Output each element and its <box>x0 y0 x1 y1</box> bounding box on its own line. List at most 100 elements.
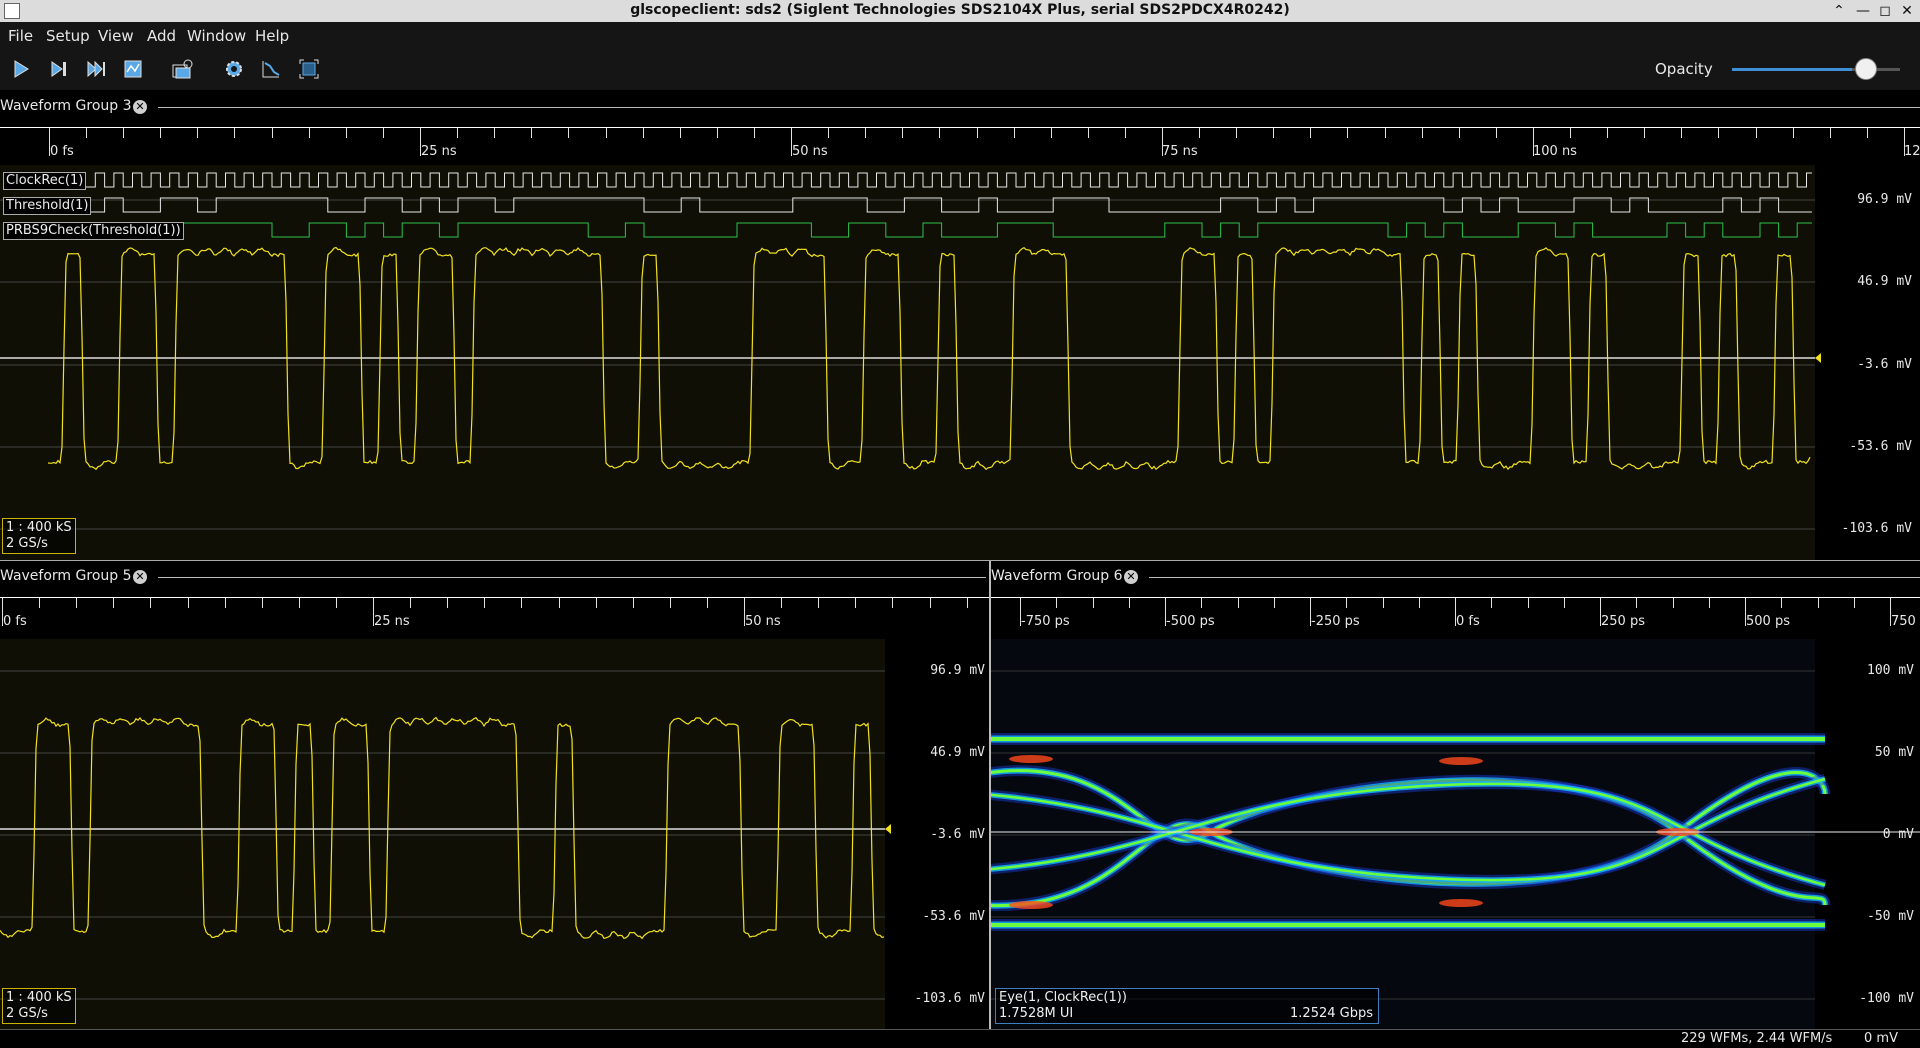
timeline-tick <box>967 598 968 608</box>
timeline-tick <box>1533 128 1534 156</box>
skip-icon <box>87 60 105 78</box>
timeline-tick <box>680 128 681 138</box>
menu-file[interactable]: File <box>8 27 33 45</box>
group6-header: Waveform Group 6 ✕ <box>991 566 1920 588</box>
pane-divider-horizontal[interactable] <box>0 560 1920 561</box>
group3-timeline[interactable]: 0 fs 25 ns 50 ns 75 ns 100 ns 12 <box>0 127 1920 167</box>
digital-label-threshold[interactable]: Threshold(1) <box>3 197 92 215</box>
start-trigger-button[interactable] <box>6 54 36 84</box>
timeline-tick <box>1830 128 1831 138</box>
digital-label-clockrec[interactable]: ClockRec(1) <box>3 172 87 190</box>
eye-crossing-hotspot <box>1009 901 1053 909</box>
group5-plot[interactable]: 96.9 mV 46.9 mV -3.6 mV -53.6 mV -103.6 … <box>0 639 989 1029</box>
window-minimize-button[interactable]: — <box>1852 0 1874 22</box>
window-title: glscopeclient: sds2 (Siglent Technologie… <box>630 2 1290 18</box>
timeline-tick <box>1491 598 1492 608</box>
timeline-tick <box>1051 128 1052 138</box>
menu-bar: File Setup View Add Window Help <box>0 22 1920 48</box>
timeline-tick <box>1347 128 1348 138</box>
group3-waveform-svg <box>0 165 1821 560</box>
opacity-slider-thumb[interactable] <box>1854 58 1877 80</box>
timeline-tick <box>346 128 347 138</box>
timeline-tick <box>633 598 634 608</box>
menu-help[interactable]: Help <box>255 27 289 45</box>
group5-vlabel-2: -3.6 mV <box>930 827 985 842</box>
group3-info-box[interactable]: 1 : 400 kS 2 GS/s <box>2 518 76 554</box>
timeline-tick <box>1600 598 1601 626</box>
timeline-tick <box>484 598 485 608</box>
window-maximize-button[interactable]: ◻ <box>1874 0 1896 22</box>
timeline-tick <box>420 128 421 156</box>
timeline-tick <box>939 128 940 138</box>
group6-tick-1: -500 ps <box>1166 614 1215 629</box>
timeline-tick <box>197 128 198 138</box>
group3-tick-5: 12 <box>1904 144 1920 159</box>
timeline-tick <box>1793 128 1794 138</box>
refresh-button[interactable] <box>219 54 249 84</box>
stop-trigger-button[interactable] <box>118 54 148 84</box>
group5-info-rate: 2 GS/s <box>6 1006 48 1021</box>
group6-tick-3: 0 fs <box>1456 614 1480 629</box>
eye-crossing-hotspot <box>1439 899 1483 907</box>
group5-vlabel-4: -103.6 mV <box>914 991 985 1006</box>
window-close-button[interactable]: ✕ <box>1896 0 1918 22</box>
timeline-tick <box>1419 598 1420 608</box>
timeline-tick <box>606 128 607 138</box>
group6-vlabel-0: 100 mV <box>1867 663 1914 678</box>
group6-close-icon[interactable]: ✕ <box>1124 570 1138 584</box>
group3-info-depth: 1 : 400 kS <box>6 520 72 535</box>
group5-vlabel-3: -53.6 mV <box>922 909 985 924</box>
menu-setup[interactable]: Setup <box>46 27 90 45</box>
timeline-tick <box>373 598 374 626</box>
timeline-tick <box>559 598 560 608</box>
timeline-tick <box>309 128 310 138</box>
timeline-tick <box>1056 598 1057 608</box>
group5-info-box[interactable]: 1 : 400 kS 2 GS/s <box>2 988 76 1024</box>
timeline-tick <box>1385 128 1386 138</box>
group6-eye-ui: 1.7528M UI <box>999 1006 1074 1021</box>
timeline-tick <box>1236 128 1237 138</box>
timeline-tick <box>86 128 87 138</box>
timeline-tick <box>410 598 411 608</box>
fullscreen-button[interactable] <box>294 54 324 84</box>
group6-timeline[interactable]: -750 ps -500 ps -250 ps 0 fs 250 ps 500 … <box>991 597 1920 641</box>
window-shade-button[interactable]: ⌃ <box>1828 0 1850 22</box>
step-icon <box>51 61 66 77</box>
timeline-tick <box>76 598 77 608</box>
opacity-label: Opacity <box>1655 60 1713 78</box>
menu-add[interactable]: Add <box>147 27 176 45</box>
menu-view[interactable]: View <box>98 27 134 45</box>
group6-eye-rate: 1.2524 Gbps <box>1290 1006 1373 1021</box>
group3-close-icon[interactable]: ✕ <box>133 100 147 114</box>
opacity-slider-track[interactable] <box>1732 68 1852 71</box>
group3-vlabel-1: 46.9 mV <box>1857 274 1912 289</box>
group5-timeline[interactable]: 0 fs 25 ns 50 ns <box>0 597 989 641</box>
play-icon <box>14 60 29 78</box>
history-button[interactable] <box>168 54 198 84</box>
group5-close-icon[interactable]: ✕ <box>133 570 147 584</box>
group3-tick-2: 50 ns <box>792 144 828 159</box>
menu-window[interactable]: Window <box>187 27 246 45</box>
timeline-tick <box>1093 598 1094 608</box>
force-trigger-button[interactable] <box>81 54 111 84</box>
group5-tick-0: 0 fs <box>3 614 27 629</box>
timeline-tick <box>707 598 708 608</box>
status-wfm-rate: 229 WFMs, 2.44 WFM/s <box>1681 1031 1833 1046</box>
autoscale-button[interactable] <box>256 54 286 84</box>
group5-info-depth: 1 : 400 kS <box>6 990 72 1005</box>
timeline-tick <box>1129 598 1130 608</box>
timeline-tick <box>568 128 569 138</box>
timeline-tick <box>1459 128 1460 138</box>
timeline-tick <box>447 598 448 608</box>
timeline-tick <box>2 598 3 626</box>
group3-plot[interactable]: ClockRec(1) Threshold(1) PRBS9Check(Thre… <box>0 165 1920 560</box>
group6-plot[interactable]: 100 mV 50 mV 0 mV -50 mV -100 mV Eye(1, … <box>991 639 1920 1029</box>
gear-icon <box>226 61 242 77</box>
timeline-tick <box>1818 598 1819 608</box>
timeline-tick <box>234 128 235 138</box>
digital-label-prbs9check[interactable]: PRBS9Check(Threshold(1)) <box>3 222 184 240</box>
timeline-tick <box>457 128 458 138</box>
timeline-tick <box>1781 598 1782 608</box>
single-trigger-button[interactable] <box>44 54 74 84</box>
group6-eye-info-box[interactable]: Eye(1, ClockRec(1)) 1.7528M UI 1.2524 Gb… <box>995 988 1379 1024</box>
